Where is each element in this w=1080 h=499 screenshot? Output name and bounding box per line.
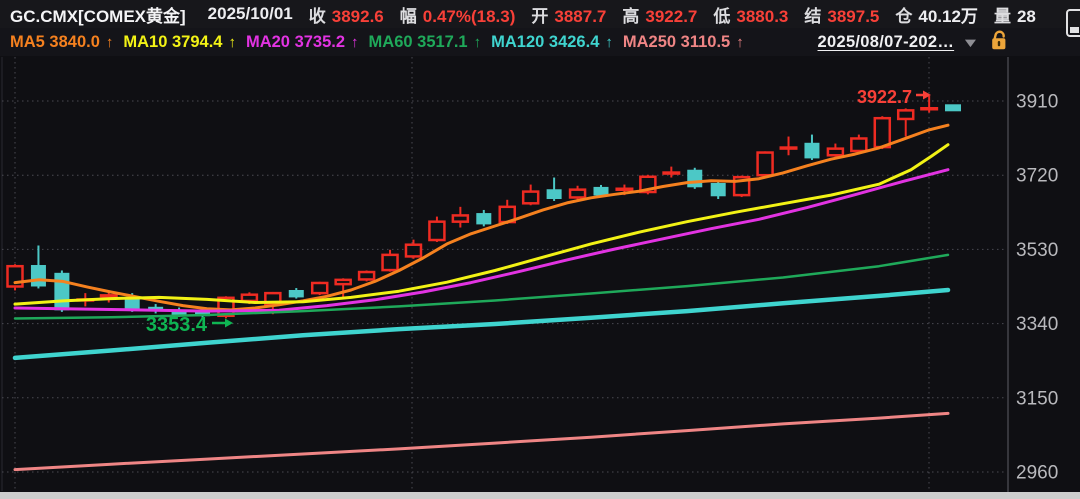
candle-body xyxy=(711,183,726,196)
up-arrow-icon: ↑ xyxy=(736,34,744,51)
quote-field-label: 低 xyxy=(713,7,730,26)
quote-field-value: 3892.6 xyxy=(332,7,384,26)
candle-body xyxy=(359,272,374,279)
y-axis-label: 3340 xyxy=(1016,314,1058,335)
up-arrow-icon: ↑ xyxy=(106,34,114,51)
candle-body xyxy=(242,295,257,301)
ma-legend-items: MA5 3840.0 ↑ MA10 3794.4 ↑ MA20 3735.2 ↑ MA60 … xyxy=(10,33,754,52)
quote-field-value: 3897.5 xyxy=(827,7,879,26)
quote-field-label: 量 xyxy=(994,7,1011,26)
range-label[interactable]: 2025/08/07-202… xyxy=(818,33,955,52)
candle-body xyxy=(406,245,421,257)
quote-field-value: 3922.7 xyxy=(645,7,697,26)
quote-field-label: 高 xyxy=(622,7,639,26)
candle-body xyxy=(851,138,866,150)
candle-body xyxy=(780,146,798,150)
up-arrow-icon: ↑ xyxy=(474,34,482,51)
price-annotation: 3353.4 xyxy=(146,314,208,336)
candle-body xyxy=(289,290,304,297)
quote-field-label: 结 xyxy=(804,7,821,26)
candle-body xyxy=(758,153,773,176)
lock-icon[interactable] xyxy=(991,30,1008,55)
candle-body xyxy=(875,118,890,147)
annotation-arrow-head xyxy=(225,319,233,328)
candle-body xyxy=(828,149,843,156)
quote-header: GC.CMX[COMEX黄金] 2025/10/01 收 3892.6 幅 0.47%… xyxy=(0,0,1080,28)
quote-field-value: 3880.3 xyxy=(736,7,788,26)
candle-body xyxy=(570,190,585,198)
last-price-tag xyxy=(945,104,961,111)
bottom-scrollbar[interactable] xyxy=(0,492,1080,499)
quote-fields: 收 3892.6 幅 0.47%(18.3) 开 3887.7 高 3922.7 低 3880.3… xyxy=(293,2,1036,27)
ma-legend-item: MA120 3426.4 xyxy=(491,33,599,51)
price-annotation: 3922.7 xyxy=(857,87,912,107)
chevron-down-icon[interactable]: ▼ xyxy=(961,35,980,50)
candle-body xyxy=(898,110,913,119)
ma-line-ma20 xyxy=(15,170,948,311)
ma-legend-item: MA20 3735.2 xyxy=(246,33,345,51)
candle-body xyxy=(547,189,562,199)
candle-body xyxy=(453,215,468,221)
candle-body xyxy=(476,213,491,224)
candle-body xyxy=(336,280,351,284)
y-axis-label: 3910 xyxy=(1016,92,1058,113)
up-arrow-icon: ↑ xyxy=(605,34,613,51)
candle-body xyxy=(804,143,819,159)
quote-field-label: 幅 xyxy=(400,7,417,26)
quote-field-label: 开 xyxy=(531,7,548,26)
candle-body xyxy=(31,265,46,286)
quote-field-value: 0.47%(18.3) xyxy=(423,7,516,26)
quote-field-value: 40.12万 xyxy=(918,7,978,26)
range-selector[interactable]: 2025/08/07-202… ▼ xyxy=(818,30,1008,55)
up-arrow-icon: ↑ xyxy=(351,34,359,51)
candle-body xyxy=(920,107,938,111)
quote-date: 2025/10/01 xyxy=(208,4,293,24)
symbol-title: GC.CMX[COMEX黄金] xyxy=(10,2,186,27)
quote-field-label: 仓 xyxy=(895,7,912,26)
ma-legend-item: MA5 3840.0 xyxy=(10,33,100,51)
window-icon[interactable] xyxy=(1066,9,1080,37)
quote-field-value: 3887.7 xyxy=(554,7,606,26)
y-axis-label: 3530 xyxy=(1016,240,1058,261)
ma-line-ma250 xyxy=(15,413,948,469)
ma-legend-item: MA250 3110.5 xyxy=(623,33,730,51)
candle-body xyxy=(687,170,702,188)
quote-field-value: 28 xyxy=(1017,7,1036,26)
candle-body xyxy=(312,283,327,293)
candle-body xyxy=(523,192,538,204)
candlestick-chart[interactable]: 3910 3720 3530 3340 3150 2960 3353.4 3922.7 xyxy=(0,0,1080,499)
ma-legend-item: MA60 3517.1 xyxy=(369,33,468,51)
candle-body xyxy=(615,188,633,192)
up-arrow-icon: ↑ xyxy=(228,34,236,51)
y-axis-label: 3720 xyxy=(1016,166,1058,187)
candle-body xyxy=(125,299,140,310)
candle-body xyxy=(429,222,444,240)
candle-body xyxy=(54,273,69,310)
y-axis-label: 3150 xyxy=(1016,388,1058,409)
y-axis-label: 2960 xyxy=(1016,462,1058,483)
ma-legend-item: MA10 3794.4 xyxy=(123,33,222,51)
candle-body xyxy=(662,171,680,175)
ma-legend-bar: MA5 3840.0 ↑ MA10 3794.4 ↑ MA20 3735.2 ↑ MA60 … xyxy=(0,28,1080,56)
candle-body xyxy=(383,255,398,270)
quote-field-label: 收 xyxy=(309,7,326,26)
